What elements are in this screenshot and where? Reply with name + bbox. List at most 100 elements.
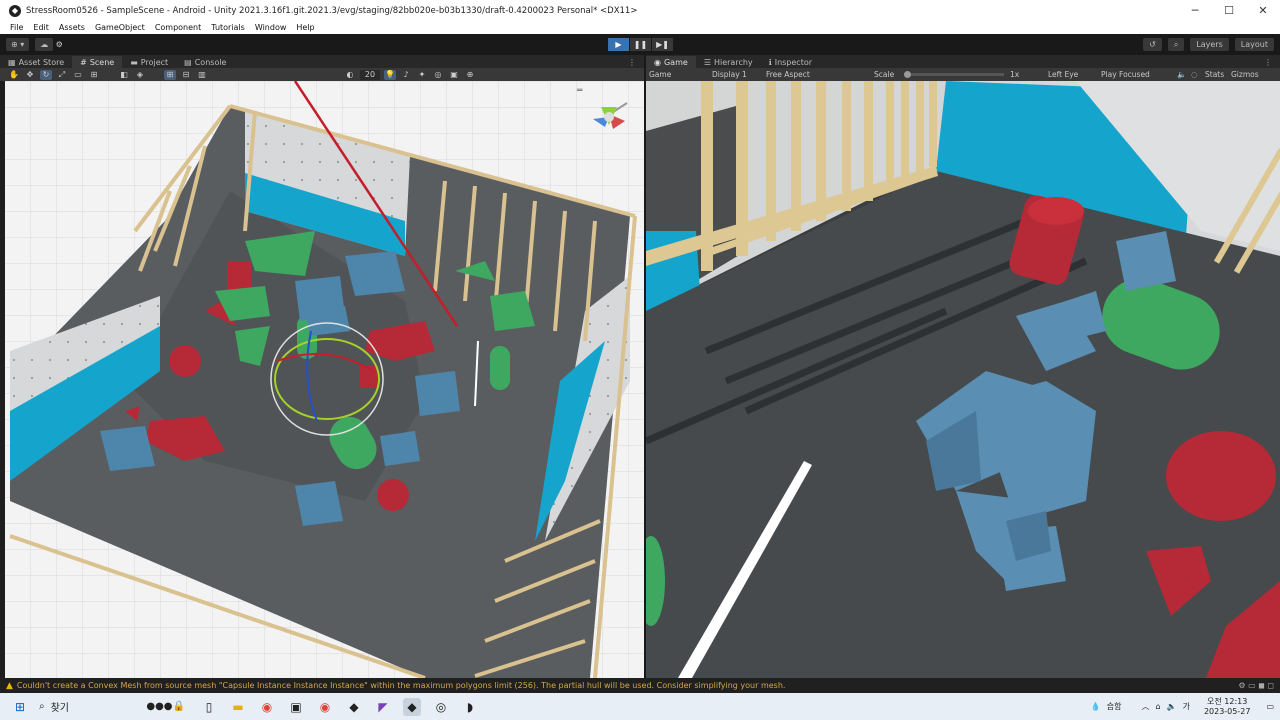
network-icon[interactable]: ⌂ — [1156, 702, 1161, 711]
tab-label: Game — [663, 57, 688, 67]
clock[interactable]: 오전 12:13 2023-05-27 — [1204, 697, 1251, 717]
more-options-icon[interactable]: ⋮ — [1256, 56, 1280, 68]
system-tray: 💧 습함 ︿ ⌂ 🔈 가 오전 12:13 2023-05-27 ▭ — [1091, 697, 1274, 717]
camera-icon[interactable]: ▣ — [448, 70, 460, 80]
gizmos-dropdown[interactable]: Gizmos — [1231, 70, 1263, 79]
ime-icon[interactable]: 가 — [1183, 701, 1190, 712]
visibility-icon[interactable]: ◎ — [432, 70, 444, 80]
window-title-bar: ◆ StressRoom0526 - SampleScene - Android… — [0, 0, 1280, 21]
app-icon[interactable]: ◗ — [461, 698, 479, 716]
rotate-tool-icon[interactable]: ↻ — [40, 69, 52, 80]
overlay-icon[interactable]: ▥ — [196, 70, 208, 80]
scale-slider[interactable] — [904, 71, 1004, 78]
effects-icon[interactable]: ✦ — [416, 70, 428, 80]
menu-tutorials[interactable]: Tutorials — [211, 23, 245, 32]
visual-studio-icon[interactable]: ◤ — [374, 698, 392, 716]
close-button[interactable]: ✕ — [1246, 0, 1280, 21]
icon-size[interactable]: 20 — [360, 69, 380, 80]
eye-dropdown[interactable]: Left Eye — [1048, 70, 1101, 79]
pivot-icon[interactable]: ◧ — [118, 70, 130, 80]
tab-label: Inspector — [774, 57, 813, 67]
history-icon[interactable]: ↺ — [1143, 38, 1162, 51]
global-icon[interactable]: ◈ — [134, 70, 146, 80]
tray-chevron-icon[interactable]: ︿ — [1142, 701, 1150, 712]
transform-tool-icon[interactable]: ⊞ — [88, 70, 100, 80]
aspect-dropdown[interactable]: Free Aspect — [766, 70, 874, 79]
stats-button[interactable]: Stats — [1205, 70, 1231, 79]
tab-console[interactable]: ▤ Console — [176, 56, 234, 68]
hide-icon[interactable]: ◌ — [1191, 70, 1205, 79]
tab-scene[interactable]: # Scene — [72, 56, 123, 68]
notification-icon[interactable]: ▭ — [1266, 702, 1274, 711]
tab-label: Asset Store — [18, 57, 65, 67]
tab-asset-store[interactable]: ▦ Asset Store — [0, 56, 72, 68]
menu-bar: File Edit Assets GameObject Component Tu… — [0, 21, 1280, 34]
rect-tool-icon[interactable]: ▭ — [72, 70, 84, 80]
tab-label: Project — [140, 57, 169, 67]
speaker-icon[interactable]: 🔈 — [1177, 70, 1191, 79]
draw-mode-icon[interactable]: ◐ — [344, 70, 356, 80]
unity-hub-icon[interactable]: ◆ — [345, 698, 363, 716]
scene-view[interactable]: ═ — [5, 81, 644, 678]
menu-lines-icon[interactable]: ═ — [576, 86, 583, 96]
left-tab-row: ▦ Asset Store # Scene ▬ Project ▤ Console ⋮ — [0, 55, 644, 68]
unity-editor-icon[interactable]: ◆ — [403, 697, 421, 716]
display-dropdown[interactable]: Display 1 — [712, 70, 766, 79]
lighting-icon[interactable]: 💡 — [384, 69, 396, 80]
scale-label: Scale — [874, 70, 895, 79]
play-controls: ▶ ❚❚ ▶❚ — [608, 38, 673, 51]
chrome-icon[interactable]: ◉ — [258, 698, 276, 716]
game-view[interactable] — [646, 81, 1280, 678]
menu-gameobject[interactable]: GameObject — [95, 23, 145, 32]
step-button[interactable]: ▶❚ — [652, 38, 673, 51]
menu-help[interactable]: Help — [296, 23, 314, 32]
snap-increment-icon[interactable]: ⊟ — [180, 70, 192, 80]
search-placeholder: 찾기 — [50, 703, 70, 714]
more-options-icon[interactable]: ⋮ — [620, 56, 644, 68]
windows-start-icon[interactable]: ⊞ — [11, 698, 29, 716]
media-icon[interactable]: ▣ — [287, 698, 305, 716]
game-mode-dropdown[interactable]: Game — [649, 70, 712, 79]
slider-thumb[interactable] — [904, 71, 911, 78]
play-mode-dropdown[interactable]: Play Focused — [1101, 70, 1177, 79]
tab-hierarchy[interactable]: ☰ Hierarchy — [696, 56, 761, 68]
search-box[interactable]: ⌕ 찾기 ●●●🔒 — [35, 693, 189, 720]
layout-dropdown[interactable]: Layout — [1234, 38, 1274, 51]
grid-snap-icon[interactable]: ⊞ — [164, 69, 176, 80]
console-status-bar[interactable]: ▲ Couldn't create a Convex Mesh from sou… — [0, 678, 1280, 693]
tab-inspector[interactable]: ℹ Inspector — [761, 56, 820, 68]
menu-edit[interactable]: Edit — [33, 23, 49, 32]
search-icon[interactable]: ⌕ — [1167, 38, 1185, 51]
scene-render: ═ — [5, 81, 644, 678]
settings-icon[interactable]: ⚙ — [53, 40, 65, 50]
scale-tool-icon[interactable]: ⤢ — [56, 70, 68, 80]
move-tool-icon[interactable]: ✥ — [24, 70, 36, 80]
gizmos-icon[interactable]: ⊕ — [464, 70, 476, 80]
tab-project[interactable]: ▬ Project — [122, 56, 176, 68]
menu-file[interactable]: File — [10, 23, 23, 32]
window-title: StressRoom0526 - SampleScene - Android -… — [26, 5, 638, 16]
hand-tool-icon[interactable]: ✋ — [8, 70, 20, 80]
pause-button[interactable]: ❚❚ — [630, 38, 651, 51]
grid-icon: # — [80, 57, 87, 67]
audio-icon[interactable]: ♪ — [400, 70, 412, 80]
file-explorer-icon[interactable]: ▬ — [229, 698, 247, 716]
game-render — [646, 81, 1280, 678]
menu-window[interactable]: Window — [255, 23, 287, 32]
recorder-icon[interactable]: ◎ — [432, 698, 450, 716]
menu-component[interactable]: Component — [155, 23, 201, 32]
play-button[interactable]: ▶ — [608, 38, 629, 51]
weather-text: 습함 — [1106, 702, 1122, 711]
account-dropdown[interactable]: ⊕ ▾ — [6, 38, 30, 51]
task-view-icon[interactable]: ▯ — [200, 698, 218, 716]
cloud-icon[interactable]: ☁ — [35, 38, 54, 51]
layers-dropdown[interactable]: Layers — [1190, 38, 1229, 51]
maximize-button[interactable]: ☐ — [1212, 0, 1246, 21]
volume-icon[interactable]: 🔈 — [1167, 702, 1177, 711]
chrome-alt-icon[interactable]: ◉ — [316, 698, 334, 716]
minimize-button[interactable]: ─ — [1178, 0, 1212, 21]
menu-assets[interactable]: Assets — [59, 23, 85, 32]
tab-game[interactable]: ◉ Game — [646, 56, 696, 68]
tab-label: Console — [194, 57, 227, 67]
unity-logo-icon: ◆ — [9, 4, 21, 17]
